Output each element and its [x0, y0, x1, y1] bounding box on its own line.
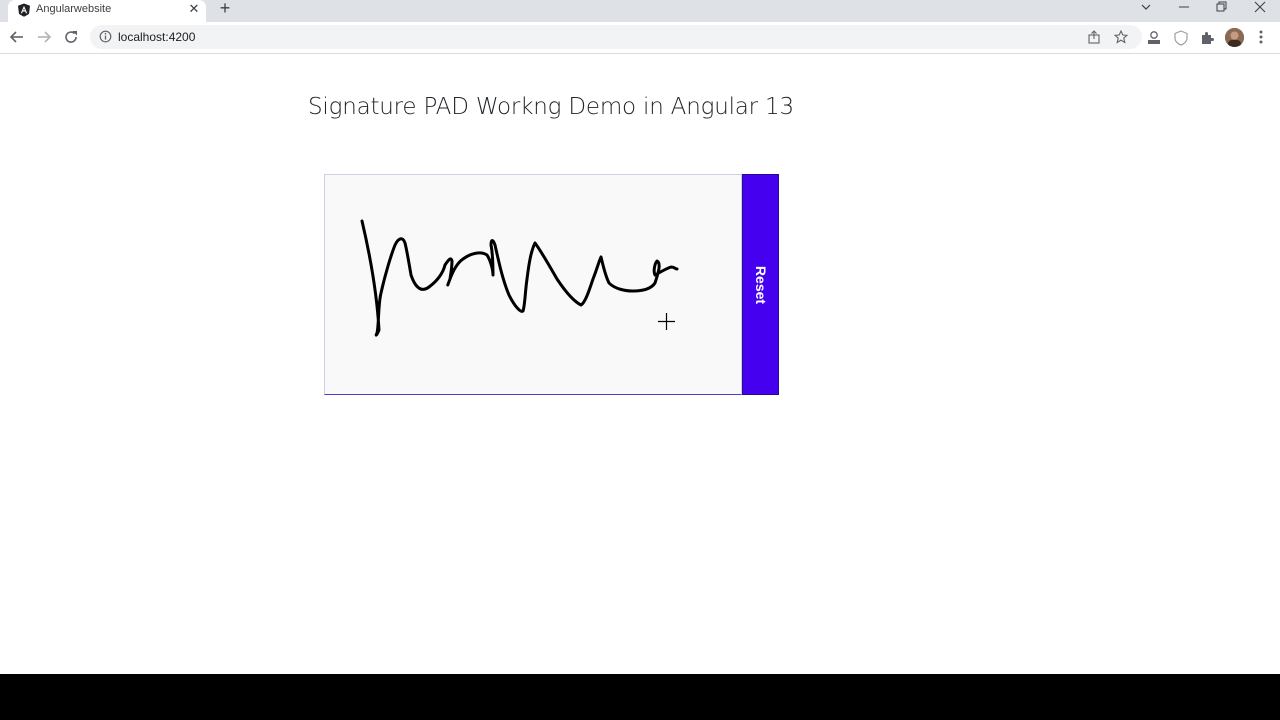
browser-tab[interactable]: Angularwebsite ✕ [8, 0, 206, 22]
reload-icon[interactable] [62, 28, 80, 46]
signature-canvas[interactable] [324, 174, 742, 395]
shield-extension-icon[interactable] [1172, 29, 1190, 47]
avatar-image [1225, 28, 1244, 47]
close-icon[interactable] [1245, 0, 1275, 16]
angular-logo-icon [18, 3, 30, 17]
chevron-down-icon[interactable] [1131, 0, 1161, 16]
tab-close-button[interactable]: ✕ [187, 2, 201, 16]
info-icon[interactable] [99, 30, 112, 43]
share-icon[interactable] [1087, 30, 1101, 44]
signature-pad: Reset [324, 174, 779, 396]
minimize-icon[interactable] [1169, 0, 1199, 16]
restore-icon[interactable] [1206, 0, 1236, 16]
forward-icon[interactable] [35, 28, 53, 46]
tab-strip: Angularwebsite ✕ + [0, 0, 1280, 22]
new-tab-button[interactable]: + [216, 0, 234, 18]
address-bar[interactable]: localhost:4200 [90, 25, 1142, 49]
page-title: Signature PAD Workng Demo in Angular 13 [308, 94, 794, 120]
url-text: localhost:4200 [118, 30, 196, 44]
signature-stroke [360, 219, 679, 337]
profile-avatar[interactable] [1225, 28, 1244, 47]
reset-button-label: Reset [752, 265, 769, 304]
screen-bottom-bar [0, 674, 1280, 720]
reset-button[interactable]: Reset [742, 174, 779, 395]
puzzle-extensions-icon[interactable] [1199, 29, 1217, 47]
tab-title: Angularwebsite [36, 3, 112, 15]
back-icon[interactable] [8, 28, 26, 46]
browser-toolbar: localhost:4200 [0, 22, 1280, 54]
crosshair-cursor-icon [658, 313, 675, 330]
menu-icon[interactable] [1256, 28, 1266, 46]
browser-window: Angularwebsite ✕ + localhost:4200 Signat… [0, 0, 1280, 674]
page-content: Signature PAD Workng Demo in Angular 13 … [1, 54, 1279, 674]
bookmark-star-icon[interactable] [1114, 30, 1128, 44]
download-extension-icon[interactable] [1145, 29, 1163, 47]
